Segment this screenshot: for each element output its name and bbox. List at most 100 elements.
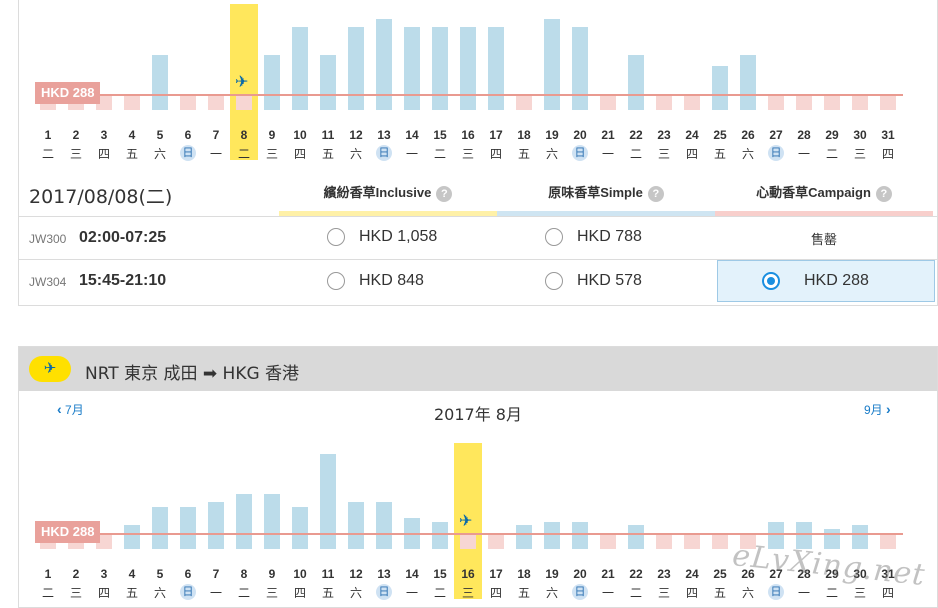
price-bar[interactable]: [264, 494, 280, 549]
calendar-day[interactable]: 26: [734, 128, 762, 142]
fare-option-inclusive[interactable]: HKD 1,058: [297, 217, 515, 259]
calendar-day[interactable]: 3: [90, 128, 118, 142]
price-bar[interactable]: [852, 525, 868, 549]
calendar-day[interactable]: 30: [846, 128, 874, 142]
fare-radio[interactable]: [545, 272, 563, 290]
fare-option-simple[interactable]: HKD 788: [515, 217, 733, 259]
calendar-day[interactable]: 7: [202, 567, 230, 581]
calendar-day[interactable]: 14: [398, 128, 426, 142]
price-bar[interactable]: [376, 19, 392, 110]
calendar-day[interactable]: 1: [34, 567, 62, 581]
calendar-day[interactable]: 3: [90, 567, 118, 581]
calendar-day[interactable]: 21: [594, 567, 622, 581]
price-bar[interactable]: [348, 502, 364, 549]
calendar-day[interactable]: 24: [678, 567, 706, 581]
fare-radio[interactable]: [327, 228, 345, 246]
price-bar[interactable]: [236, 494, 252, 549]
calendar-day[interactable]: 20: [566, 567, 594, 581]
price-bar[interactable]: [460, 533, 476, 549]
next-month-link[interactable]: 9月 ›: [864, 401, 891, 418]
calendar-day[interactable]: 1: [34, 128, 62, 142]
price-bar[interactable]: [488, 27, 504, 110]
price-bar[interactable]: [628, 55, 644, 110]
calendar-day[interactable]: 20: [566, 128, 594, 142]
price-bar[interactable]: [432, 27, 448, 110]
price-bar[interactable]: [600, 94, 616, 110]
calendar-day[interactable]: 4: [118, 128, 146, 142]
price-bar[interactable]: [460, 27, 476, 110]
price-bar[interactable]: [880, 533, 896, 549]
price-bar[interactable]: [796, 94, 812, 110]
price-bar[interactable]: [124, 94, 140, 110]
calendar-day[interactable]: 31: [874, 128, 902, 142]
help-icon[interactable]: ?: [875, 185, 892, 202]
calendar-day[interactable]: 23: [650, 128, 678, 142]
calendar-day[interactable]: 22: [622, 567, 650, 581]
calendar-day[interactable]: 27: [762, 128, 790, 142]
price-bar[interactable]: [572, 27, 588, 110]
calendar-day[interactable]: 29: [818, 128, 846, 142]
calendar-day[interactable]: 10: [286, 567, 314, 581]
calendar-day[interactable]: 11: [314, 128, 342, 142]
price-bar[interactable]: [656, 94, 672, 110]
calendar-day[interactable]: 13: [370, 128, 398, 142]
price-bar[interactable]: [124, 525, 140, 549]
price-bar[interactable]: [152, 507, 168, 549]
price-bar[interactable]: [768, 94, 784, 110]
fare-option-simple[interactable]: HKD 578: [515, 261, 733, 303]
price-bar[interactable]: [320, 55, 336, 110]
calendar-day[interactable]: 16: [454, 128, 482, 142]
calendar-day[interactable]: 15: [426, 128, 454, 142]
price-bar[interactable]: [712, 66, 728, 110]
fare-option-inclusive[interactable]: HKD 848: [297, 261, 515, 303]
price-bar[interactable]: [236, 94, 252, 110]
calendar-day[interactable]: 24: [678, 128, 706, 142]
calendar-day[interactable]: 12: [342, 128, 370, 142]
price-bar[interactable]: [656, 533, 672, 549]
calendar-day[interactable]: 6: [174, 567, 202, 581]
calendar-day[interactable]: 11: [314, 567, 342, 581]
price-bar[interactable]: [432, 522, 448, 549]
price-bar[interactable]: [712, 533, 728, 549]
price-bar[interactable]: [516, 94, 532, 110]
price-bar[interactable]: [600, 533, 616, 549]
calendar-day[interactable]: 19: [538, 567, 566, 581]
calendar-day[interactable]: 5: [146, 128, 174, 142]
price-bar[interactable]: [264, 55, 280, 110]
calendar-day[interactable]: 8: [230, 567, 258, 581]
price-bar[interactable]: [180, 94, 196, 110]
calendar-day[interactable]: 17: [482, 128, 510, 142]
price-bar[interactable]: [572, 522, 588, 549]
price-bar[interactable]: [852, 94, 868, 110]
calendar-day[interactable]: 6: [174, 128, 202, 142]
price-bar[interactable]: [684, 533, 700, 549]
help-icon[interactable]: ?: [436, 185, 453, 202]
calendar-day[interactable]: 10: [286, 128, 314, 142]
calendar-day[interactable]: 25: [706, 567, 734, 581]
calendar-day[interactable]: 18: [510, 567, 538, 581]
calendar-day[interactable]: 18: [510, 128, 538, 142]
price-bar[interactable]: [516, 525, 532, 549]
calendar-day[interactable]: 12: [342, 567, 370, 581]
price-bar[interactable]: [292, 507, 308, 549]
calendar-day[interactable]: 4: [118, 567, 146, 581]
calendar-day[interactable]: 8: [230, 128, 258, 142]
calendar-day[interactable]: 28: [790, 128, 818, 142]
fare-radio-selected[interactable]: [762, 272, 780, 290]
price-bar[interactable]: [824, 94, 840, 110]
fare-option-campaign[interactable]: HKD 288: [717, 260, 935, 302]
price-bar[interactable]: [404, 27, 420, 110]
calendar-day[interactable]: 2: [62, 567, 90, 581]
calendar-day[interactable]: 15: [426, 567, 454, 581]
price-bar[interactable]: [824, 529, 840, 549]
calendar-day[interactable]: 25: [706, 128, 734, 142]
price-bar[interactable]: [348, 27, 364, 110]
help-icon[interactable]: ?: [647, 185, 664, 202]
calendar-day[interactable]: 22: [622, 128, 650, 142]
calendar-day[interactable]: 14: [398, 567, 426, 581]
calendar-day[interactable]: 21: [594, 128, 622, 142]
price-bar[interactable]: [376, 502, 392, 549]
calendar-day[interactable]: 9: [258, 128, 286, 142]
price-bar[interactable]: [208, 94, 224, 110]
calendar-day[interactable]: 7: [202, 128, 230, 142]
